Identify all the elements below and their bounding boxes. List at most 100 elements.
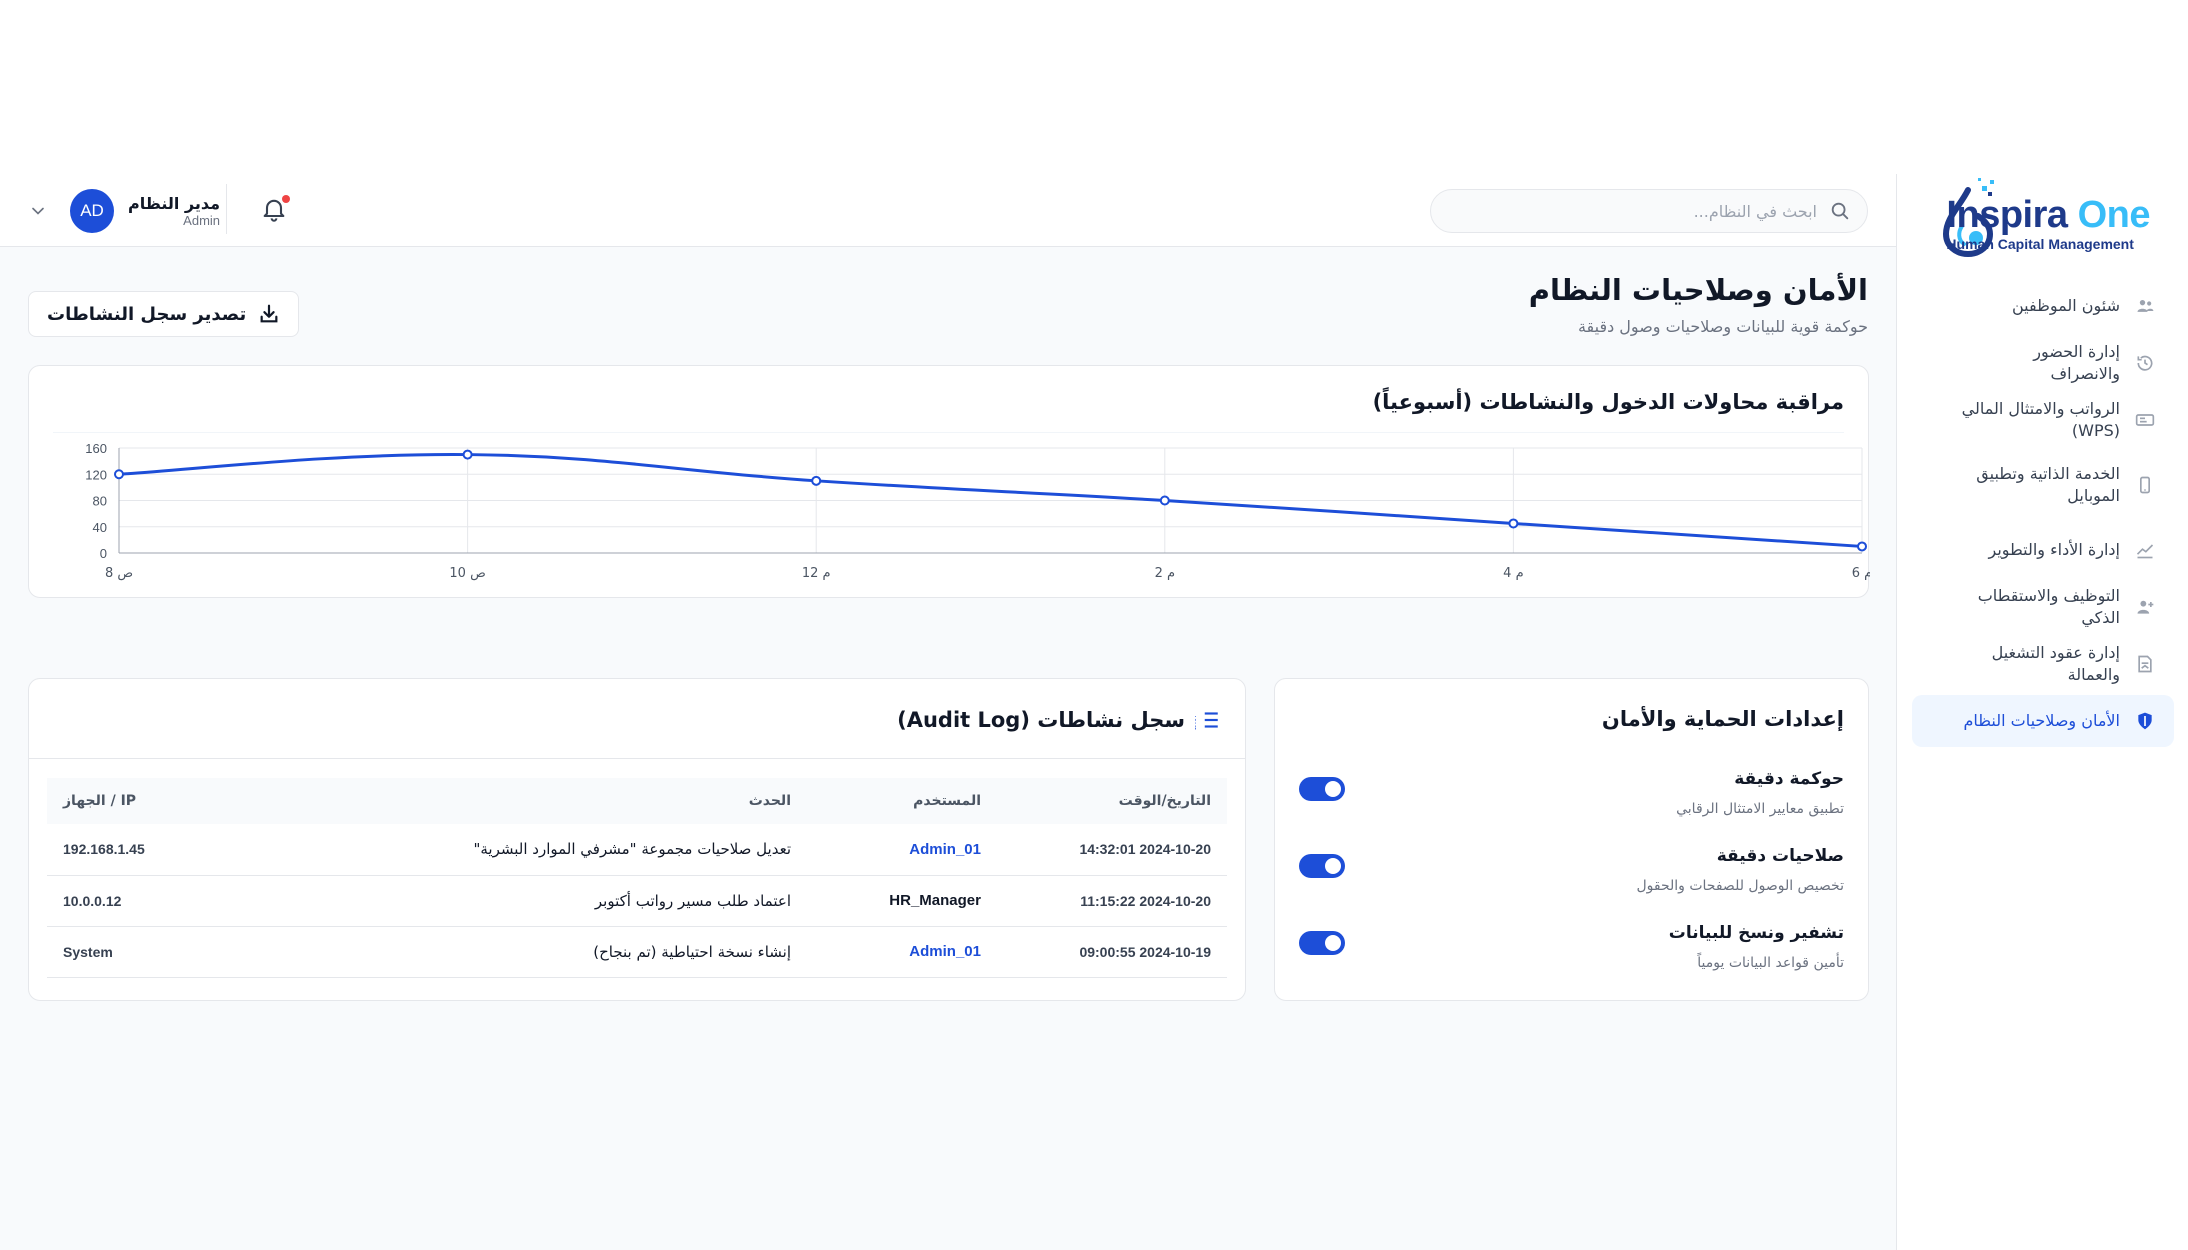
- logo[interactable]: Inspira One Human Capital Management: [1896, 174, 2188, 264]
- shield-icon: [2134, 710, 2156, 732]
- sidebar-item-label: إدارة عقود التشغيل والعمالة: [1991, 642, 2120, 684]
- history-icon: [2134, 352, 2156, 374]
- cell-ip: System: [47, 926, 247, 978]
- x-tick-label: 10 ص: [449, 566, 485, 581]
- sidebar-item-label: إدارة الحضور والانصراف: [2033, 341, 2120, 383]
- users-icon: [2134, 295, 2156, 317]
- sidebar-item-6[interactable]: إدارة عقود التشغيل والعمالة: [1912, 638, 2174, 690]
- audit-card-title-text: سجل نشاطات (Audit Log): [897, 708, 1185, 732]
- sidebar-item-label: شئون الموظفين: [2011, 295, 2120, 315]
- download-icon: [260, 304, 278, 323]
- divider: [53, 432, 1844, 433]
- audit-log-card: 123 سجل نشاطات (Audit Log) التاريخ/الوقت…: [28, 678, 1246, 1001]
- export-log-button[interactable]: تصدير سجل النشاطات: [28, 291, 300, 337]
- logo-accent-text: One: [2077, 194, 2151, 236]
- security-setting-row: تشفير ونسخ للبيانات تأمين قواعد البيانات …: [1299, 923, 1844, 983]
- search-input[interactable]: [1457, 201, 1817, 221]
- list-icon: 123: [1195, 710, 1218, 732]
- table-row: 2024-10-20 14:32:01 Admin_01 تعديل صلاحيات…: [47, 824, 1227, 876]
- svg-text:3: 3: [1195, 723, 1196, 732]
- cell-datetime: 2024-10-20 11:15:22: [997, 875, 1227, 927]
- security-card-title: إعدادات الحماية والأمان: [1601, 707, 1844, 731]
- x-tick-label: 4 م: [1503, 566, 1523, 581]
- cell-datetime: 2024-10-20 14:32:01: [997, 824, 1227, 876]
- sidebar-item-5[interactable]: التوظيف والاستقطاب الذكي: [1912, 581, 2174, 633]
- x-tick-label: 12 م: [802, 566, 831, 581]
- table-header-row: التاريخ/الوقت المستخدم الحدث IP / الجهاز: [47, 778, 1227, 824]
- user-menu[interactable]: AD مدير النظام Admin: [28, 188, 220, 234]
- security-settings-card: إعدادات الحماية والأمان حوكمة دقيقة تطبيق…: [1274, 678, 1869, 1001]
- logo-text: Inspira One Human Capital Management: [1946, 196, 2150, 252]
- setting-toggle[interactable]: [1299, 931, 1345, 955]
- audit-card-title: 123 سجل نشاطات (Audit Log): [897, 707, 1221, 733]
- sidebar-item-3[interactable]: الخدمة الذاتية وتطبيق الموبايل: [1912, 451, 2174, 519]
- sidebar-item-4[interactable]: إدارة الأداء والتطوير: [1912, 524, 2174, 576]
- sidebar-item-7[interactable]: الأمان وصلاحيات النظام: [1912, 695, 2174, 747]
- data-point: [462, 449, 473, 460]
- notification-dot: [282, 195, 290, 203]
- login-activity-chart: 0 40 80 120 160 8 ص 10 ص 12 م 2 م 4 م 6 م: [85, 441, 1870, 581]
- sidebar-item-2[interactable]: الرواتب والامتثال المالي (WPS): [1912, 394, 2174, 446]
- user-plus-icon: [2134, 596, 2156, 618]
- cell-user[interactable]: Admin_01: [807, 926, 997, 978]
- sidebar-item-1[interactable]: إدارة الحضور والانصراف: [1912, 337, 2174, 389]
- contract-icon: [2134, 653, 2156, 675]
- y-tick-label: 0: [100, 546, 107, 561]
- divider: [29, 758, 1245, 759]
- setting-toggle[interactable]: [1299, 854, 1345, 878]
- mobile-icon: [2134, 474, 2156, 496]
- cell-user: HR_Manager: [807, 875, 997, 927]
- avatar[interactable]: AD: [70, 189, 114, 233]
- login-activity-chart-card: مراقبة محاولات الدخول والنشاطات (أسبوعيا…: [28, 365, 1870, 598]
- sidebar-item-0[interactable]: شئون الموظفين: [1912, 280, 2174, 332]
- setting-description: تخصيص الوصول للصفحات والحقول: [1636, 878, 1844, 894]
- chevron-down-icon[interactable]: [28, 201, 48, 221]
- cell-ip: 10.0.0.12: [47, 875, 247, 927]
- money-icon: [2134, 409, 2156, 431]
- data-point: [1857, 541, 1867, 552]
- cell-ip: 192.168.1.45: [47, 824, 247, 876]
- chart-line-icon: [2134, 539, 2156, 561]
- data-point: [1159, 495, 1170, 506]
- user-info: مدير النظام Admin: [128, 194, 220, 228]
- logo-main-text: Inspira: [1946, 194, 2068, 236]
- cell-event: إنشاء نسخة احتياطية (تم بنجاح): [247, 926, 807, 978]
- setting-title: صلاحيات دقيقة: [1716, 846, 1844, 866]
- search-icon: [1831, 202, 1849, 220]
- y-tick-label: 80: [93, 494, 107, 509]
- x-tick-label: 8 ص: [105, 566, 133, 581]
- audit-log-table: التاريخ/الوقت المستخدم الحدث IP / الجهاز…: [47, 778, 1227, 978]
- cell-user[interactable]: Admin_01: [807, 824, 997, 876]
- chart-card-title: مراقبة محاولات الدخول والنشاطات (أسبوعيا…: [1372, 390, 1844, 414]
- user-role: Admin: [183, 213, 221, 228]
- sidebar-item-label: إدارة الأداء والتطوير: [1988, 539, 2120, 559]
- sidebar-item-label: الرواتب والامتثال المالي (WPS): [1961, 398, 2120, 440]
- page-subtitle: حوكمة قوية للبيانات وصلاحيات وصول دقيقة: [1577, 317, 1868, 336]
- search-box[interactable]: [1430, 189, 1868, 233]
- top-header: AD مدير النظام Admin: [0, 174, 1896, 247]
- data-point: [1508, 518, 1519, 529]
- security-setting-row: حوكمة دقيقة تطبيق معايير الامتثال الرقابي: [1299, 769, 1844, 829]
- sidebar-item-label: التوظيف والاستقطاب الذكي: [1977, 585, 2120, 627]
- setting-toggle[interactable]: [1299, 777, 1345, 801]
- main-content: الأمان وصلاحيات النظام حوكمة قوية للبيان…: [0, 247, 1896, 1250]
- sidebar-item-label: الأمان وصلاحيات النظام: [1963, 710, 2120, 730]
- column-header-user: المستخدم: [807, 778, 997, 824]
- data-point: [811, 475, 822, 486]
- sidebar-nav: شئون الموظفين إدارة الحضور والانصراف الروا…: [1912, 280, 2174, 752]
- security-setting-row: صلاحيات دقيقة تخصيص الوصول للصفحات والحقو…: [1299, 846, 1844, 906]
- table-row: 2024-10-20 11:15:22 HR_Manager اعتماد طلب …: [47, 875, 1227, 927]
- setting-title: حوكمة دقيقة: [1734, 769, 1844, 789]
- page-title: الأمان وصلاحيات النظام: [1528, 273, 1868, 307]
- y-tick-label: 40: [93, 520, 107, 535]
- export-log-label: تصدير سجل النشاطات: [47, 303, 247, 325]
- sidebar-item-label: الخدمة الذاتية وتطبيق الموبايل: [1976, 463, 2120, 505]
- x-tick-label: 6 م: [1852, 566, 1870, 581]
- column-header-datetime: التاريخ/الوقت: [997, 778, 1227, 824]
- cell-event: تعديل صلاحيات مجموعة "مشرفي الموارد البش…: [247, 824, 807, 876]
- x-tick-label: 2 م: [1155, 566, 1175, 581]
- sidebar: Inspira One Human Capital Management شئو…: [1896, 174, 2188, 1250]
- data-point: [114, 469, 124, 480]
- y-tick-label: 160: [85, 441, 107, 456]
- y-tick-label: 120: [85, 467, 107, 482]
